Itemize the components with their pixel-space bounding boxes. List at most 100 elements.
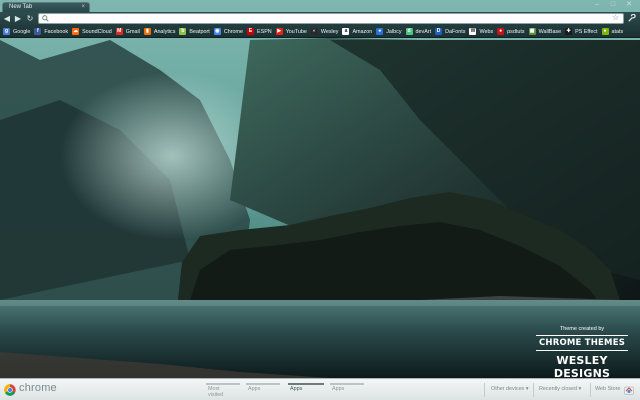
youtube-icon: ▶ bbox=[275, 28, 283, 35]
bookmark-label: YouTube bbox=[285, 28, 307, 35]
dafont-icon: D bbox=[435, 28, 443, 35]
bookmark-label: Wesley bbox=[320, 28, 339, 35]
bookmarks-bar: g Google f Facebook ☁ SoundCloud M Gmail ▮ Analyt… bbox=[0, 26, 640, 38]
bookmark-atats[interactable]: ● atats bbox=[601, 27, 627, 37]
other-devices-menu[interactable]: Other devices ▾ bbox=[491, 386, 528, 392]
bookmark-beatport[interactable]: b Beatport bbox=[178, 27, 212, 37]
bookmark-label: Beatport bbox=[189, 28, 210, 35]
bookmark-amazon[interactable]: a Amazon bbox=[341, 27, 375, 37]
bookmark-label: Webs bbox=[479, 28, 494, 35]
credit-line-1: CHROME THEMES bbox=[538, 338, 626, 348]
credit-line-2: WESLEY DESIGNS bbox=[553, 354, 611, 380]
bookmark-label: SoundCloud bbox=[82, 28, 112, 35]
soundcloud-icon: ☁ bbox=[72, 28, 80, 35]
bookmark-wallbase[interactable]: ▦ WallBase bbox=[528, 27, 565, 37]
back-icon[interactable]: ◀ bbox=[2, 14, 12, 24]
recently-closed-menu[interactable]: Recently closed ▾ bbox=[539, 386, 581, 392]
bookmark-gmail[interactable]: M Gmail bbox=[115, 27, 143, 37]
bookmark-devart[interactable]: d devArt bbox=[405, 27, 435, 37]
forward-icon[interactable]: ▶ bbox=[13, 14, 23, 24]
bookmark-youtube[interactable]: ▶ YouTube bbox=[275, 27, 310, 37]
bookmark-label: DaFonts bbox=[445, 28, 466, 35]
chrome-wordmark: chrome bbox=[19, 382, 57, 394]
credit-divider-middle bbox=[536, 350, 628, 351]
psdtuts-icon: ● bbox=[497, 28, 505, 35]
title-bar: New Tab × – □ ✕ bbox=[0, 0, 640, 12]
wrench-icon bbox=[627, 13, 636, 22]
bookmark-label: ESPN bbox=[257, 28, 272, 35]
omnibox[interactable]: ☆ bbox=[38, 13, 624, 24]
atats-icon: ● bbox=[601, 28, 609, 35]
bookmark-label: psdtuts bbox=[507, 28, 525, 35]
webs-icon: W bbox=[469, 28, 477, 35]
search-icon bbox=[42, 15, 49, 22]
omnibox-input[interactable] bbox=[51, 14, 611, 23]
bookmark-label: Facebook bbox=[44, 28, 69, 35]
minimize-icon[interactable]: – bbox=[592, 1, 602, 9]
pseffect-icon: ✚ bbox=[565, 28, 573, 35]
window-controls: – □ ✕ bbox=[592, 1, 634, 9]
bookmark-soundcloud[interactable]: ☁ SoundCloud bbox=[71, 27, 115, 37]
bookmark-psdtuts[interactable]: ● psdtuts bbox=[496, 27, 527, 37]
beatport-icon: b bbox=[179, 28, 187, 35]
bookmark-label: Google bbox=[13, 28, 31, 35]
close-window-icon[interactable]: ✕ bbox=[624, 1, 634, 9]
bookmark-label: Analytics bbox=[153, 28, 176, 35]
bookmark-label: PS Effect bbox=[575, 28, 598, 35]
bookmark-webs[interactable]: W Webs bbox=[468, 27, 496, 37]
tab-apps-2[interactable]: Apps bbox=[290, 386, 302, 392]
bookmark-ps-effect[interactable]: ✚ PS Effect bbox=[564, 27, 600, 37]
bookmark-label: Chrome bbox=[223, 28, 243, 35]
tab-apps-3[interactable]: Apps bbox=[332, 386, 344, 392]
pager-bar-apps-1[interactable] bbox=[246, 383, 280, 385]
toolbar: ◀ ▶ ↻ ☆ bbox=[0, 12, 640, 26]
bookmark-dafonts[interactable]: D DaFonts bbox=[434, 27, 468, 37]
footer-separator bbox=[484, 383, 485, 397]
facebook-icon: f bbox=[34, 28, 42, 35]
theme-credit: Theme created by CHROME THEMES WESLEY DE… bbox=[532, 326, 632, 383]
analytics-icon: ▮ bbox=[143, 28, 151, 35]
chrome-logo-icon bbox=[4, 384, 16, 396]
bookmark-jalbcy[interactable]: ● Jalbcy bbox=[375, 27, 404, 37]
bookmark-google[interactable]: g Google bbox=[2, 27, 33, 37]
gmail-icon: M bbox=[115, 28, 123, 35]
bookmark-wesley[interactable]: ◐ Wesley bbox=[310, 27, 342, 37]
jalbcy-icon: ● bbox=[376, 28, 384, 35]
bookmark-star-icon[interactable]: ☆ bbox=[612, 13, 619, 22]
footer-separator bbox=[533, 383, 534, 397]
pager-bar-apps-3[interactable] bbox=[330, 383, 364, 385]
chrome-icon: ◉ bbox=[213, 28, 221, 35]
tab-apps-1[interactable]: Apps bbox=[248, 386, 260, 392]
tab-close-icon[interactable]: × bbox=[81, 3, 85, 11]
credit-caption: Theme created by bbox=[559, 326, 605, 332]
wrench-menu-icon[interactable] bbox=[626, 13, 636, 24]
bookmark-label: WallBase bbox=[538, 28, 562, 35]
web-store-link[interactable]: Web Store bbox=[595, 386, 620, 392]
pager-bar-most-visited[interactable] bbox=[206, 383, 240, 385]
google-icon: g bbox=[3, 28, 10, 35]
amazon-icon: a bbox=[342, 28, 350, 35]
bookmark-espn[interactable]: E ESPN bbox=[246, 27, 275, 37]
ntp-footer: chrome Most visited Apps Apps Apps Other… bbox=[0, 378, 640, 400]
pager-bar-apps-2[interactable] bbox=[288, 383, 324, 385]
bookmark-chrome[interactable]: ◉ Chrome bbox=[213, 27, 246, 37]
credit-divider-top bbox=[536, 335, 628, 336]
wallbase-icon: ▦ bbox=[528, 28, 536, 35]
bookmark-label: atats bbox=[611, 28, 624, 35]
tab-new-tab[interactable]: New Tab × bbox=[2, 2, 90, 12]
bookmark-label: Gmail bbox=[125, 28, 140, 35]
bookmark-label: Amazon bbox=[352, 28, 373, 35]
bookmark-label: devArt bbox=[415, 28, 432, 35]
deviantart-icon: d bbox=[405, 28, 413, 35]
bookmark-label: Jalbcy bbox=[386, 28, 402, 35]
footer-separator bbox=[590, 383, 591, 397]
maximize-icon[interactable]: □ bbox=[608, 1, 618, 9]
reload-icon[interactable]: ↻ bbox=[25, 14, 35, 24]
wesley-icon: ◐ bbox=[310, 28, 318, 35]
tab-title: New Tab bbox=[9, 4, 33, 10]
bookmark-analytics[interactable]: ▮ Analytics bbox=[143, 27, 179, 37]
espn-icon: E bbox=[247, 28, 254, 35]
tab-most-visited[interactable]: Most visited bbox=[208, 386, 223, 398]
bookmark-facebook[interactable]: f Facebook bbox=[33, 27, 71, 37]
web-store-icon[interactable] bbox=[624, 385, 634, 395]
